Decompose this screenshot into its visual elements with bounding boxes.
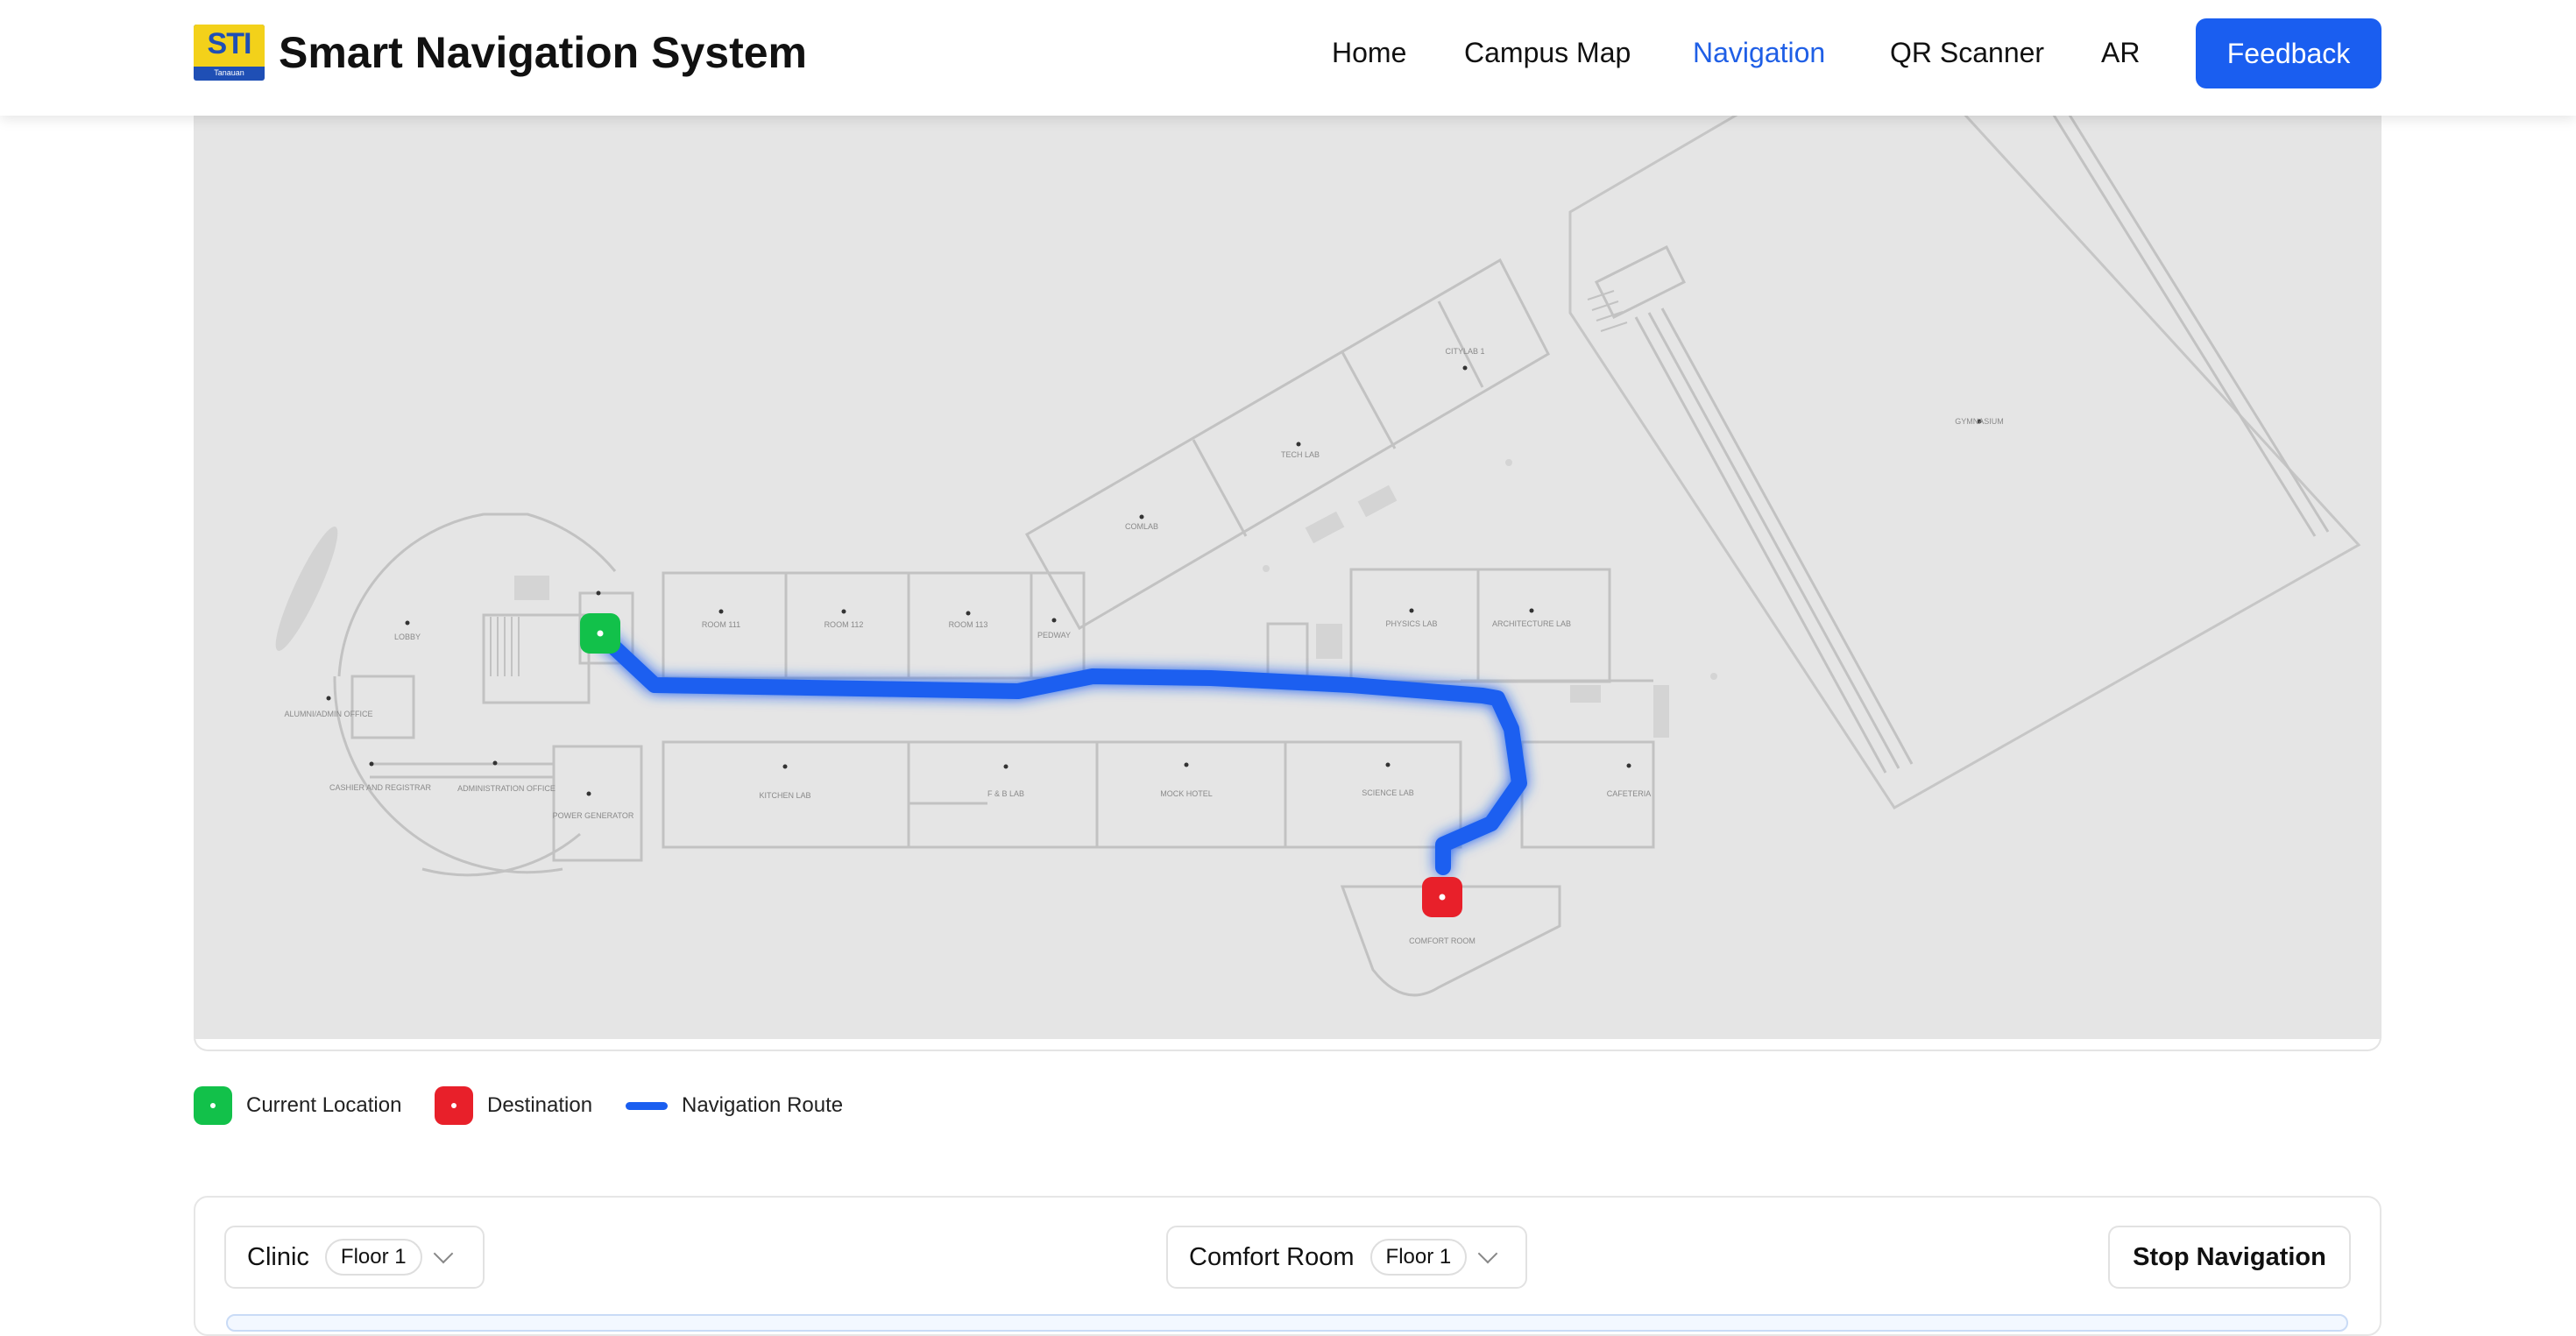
logo-text: STI [207,27,252,60]
room-label: ROOM 113 [949,620,988,629]
room-label: SCIENCE LAB [1362,788,1414,797]
room-label: ROOM 112 [824,620,864,629]
current-location-marker [580,613,620,654]
legend-route: Navigation Route [626,1086,843,1125]
legend-destination-label: Destination [487,1093,593,1117]
room-label: GYMNASIUM [1955,417,2004,426]
navigation-route [592,626,1527,875]
nav-campus-map[interactable]: Campus Map [1464,35,1631,70]
room-label: ALUMNI/ADMIN OFFICE [284,710,372,718]
to-place: Comfort Room [1189,1242,1355,1271]
to-location-select[interactable]: Comfort Room Floor 1 [1166,1226,1527,1289]
from-place: Clinic [247,1242,309,1271]
legend-current-label: Current Location [246,1093,402,1117]
logo-subtext: Tanauan [214,68,244,77]
legend-route-label: Navigation Route [682,1093,844,1117]
from-floor-badge: Floor 1 [324,1239,422,1276]
chevron-down-icon [433,1243,453,1264]
nav-home[interactable]: Home [1332,35,1406,70]
nav-navigation[interactable]: Navigation [1693,35,1825,70]
feedback-button[interactable]: Feedback [2196,18,2381,88]
nav-qr-scanner[interactable]: QR Scanner [1890,35,2044,70]
room-label: PEDWAY [1037,631,1071,640]
room-label: COMLAB [1125,522,1158,531]
room-label: CASHIER AND REGISTRAR [329,783,432,792]
route-line-icon [626,1101,668,1110]
room-label: CITYLAB 1 [1445,347,1484,356]
room-label: CAFETERIA [1607,789,1652,798]
sti-logo[interactable]: STI Tanauan [194,25,265,81]
room-label: ROOM 111 [702,620,740,629]
legend-destination: Destination [435,1086,592,1125]
chevron-down-icon [1477,1243,1498,1264]
to-floor-badge: Floor 1 [1369,1239,1468,1276]
floor-plan-svg: LOBBY ALUMNI/ADMIN OFFICE CASHIER AND REGI… [275,116,2361,997]
app-title: Smart Navigation System [279,28,807,77]
stop-navigation-button[interactable]: Stop Navigation [2108,1226,2351,1289]
room-label: COMFORT ROOM [1409,937,1476,945]
nav-ar[interactable]: AR [2101,35,2140,70]
lobby-outline [337,512,617,677]
floor-map[interactable]: LOBBY ALUMNI/ADMIN OFFICE CASHIER AND REGI… [195,116,2381,1039]
room-label: PHYSICS LAB [1385,619,1437,628]
room-label: ADMINISTRATION OFFICE [457,784,556,793]
room-label: POWER GENERATOR [553,811,634,820]
route-info-panel [226,1314,2348,1332]
destination-marker [1422,877,1462,917]
legend-current: Current Location [194,1086,401,1125]
from-location-select[interactable]: Clinic Floor 1 [224,1226,485,1289]
room-label: MOCK HOTEL [1160,789,1213,798]
room-label: KITCHEN LAB [759,791,810,800]
destination-icon [435,1086,473,1125]
current-location-icon [194,1086,232,1125]
room-label: LOBBY [394,633,421,641]
top-navbar: STI Tanauan Smart Navigation System Home… [0,0,2576,116]
room-label: F & B LAB [987,789,1024,798]
room-label: TECH LAB [1281,450,1320,459]
room-label: ARCHITECTURE LAB [1492,619,1571,628]
